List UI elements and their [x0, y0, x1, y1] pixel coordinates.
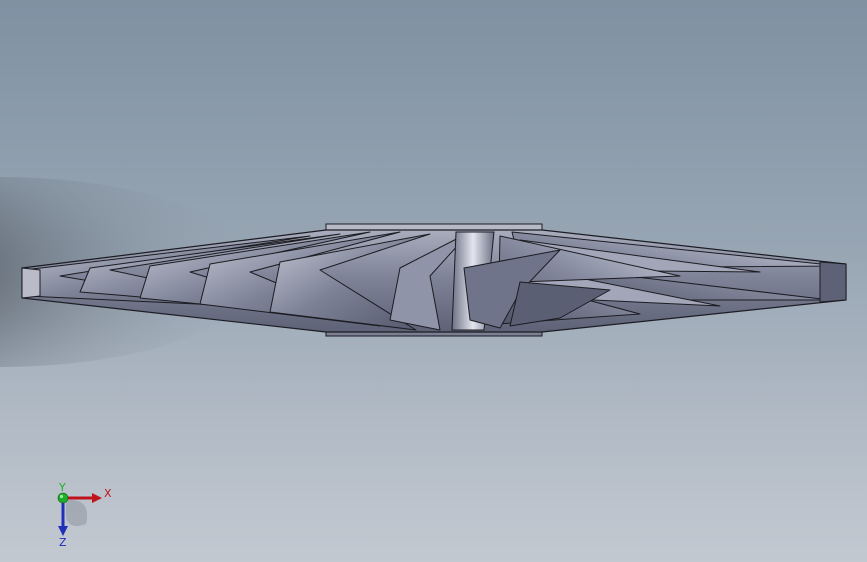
impeller-right-edge: [819, 261, 847, 303]
z-axis-label: Z: [59, 536, 67, 548]
hub-top-rim: [325, 223, 543, 231]
impeller-left-edge: [21, 267, 41, 299]
x-axis-label: X: [104, 487, 112, 500]
y-axis-origin: [57, 492, 69, 504]
triad-shadow: [66, 499, 88, 526]
z-axis-arrow: [58, 526, 68, 536]
impeller-model[interactable]: [0, 0, 867, 562]
graphics-viewport[interactable]: X Y Z: [0, 0, 867, 562]
y-axis-label: Y: [58, 481, 66, 494]
reference-triad[interactable]: X Y Z: [40, 478, 120, 548]
x-axis-arrow: [92, 493, 102, 503]
origin-highlight: [59, 494, 64, 499]
